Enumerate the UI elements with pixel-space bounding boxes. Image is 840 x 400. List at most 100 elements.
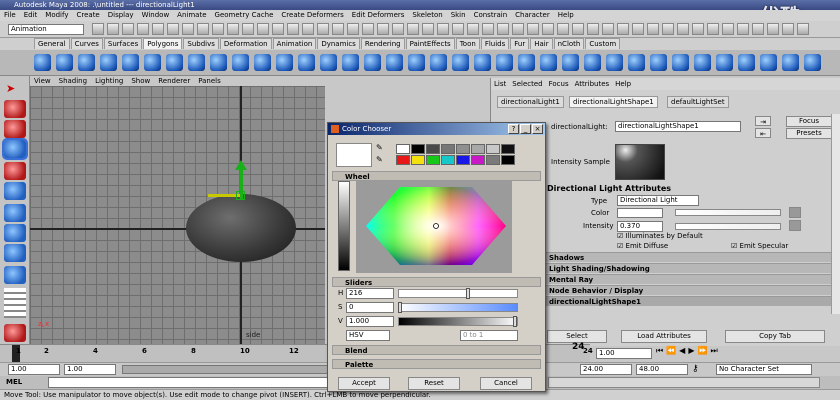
menu-create[interactable]: Create — [76, 11, 99, 19]
lasso-tool-icon[interactable] — [4, 100, 26, 118]
shelf-tab-general[interactable]: General — [34, 38, 70, 49]
minimize-icon[interactable]: _ — [520, 124, 531, 134]
shelf-tool-icon[interactable] — [34, 54, 51, 71]
s-field[interactable]: 0 — [346, 302, 394, 313]
s-slider[interactable] — [398, 303, 518, 312]
status-tool-icon[interactable] — [257, 23, 269, 35]
shelf-tool-icon[interactable] — [518, 54, 535, 71]
ae-menu-list[interactable]: List — [494, 80, 506, 88]
color-swatch[interactable] — [471, 155, 485, 165]
shelf-tab-ncloth[interactable]: nCloth — [553, 38, 585, 49]
color-swatch[interactable] — [471, 144, 485, 154]
status-tool-icon[interactable] — [137, 23, 149, 35]
status-tool-icon[interactable] — [767, 23, 779, 35]
shelf-tab-rendering[interactable]: Rendering — [360, 38, 405, 49]
blend-section-header[interactable]: Blend — [332, 345, 541, 355]
status-tool-icon[interactable] — [527, 23, 539, 35]
color-swatch[interactable] — [426, 155, 440, 165]
status-tool-icon[interactable] — [287, 23, 299, 35]
ae-menu-attributes[interactable]: Attributes — [575, 80, 610, 88]
shelf-tool-icon[interactable] — [122, 54, 139, 71]
status-tool-icon[interactable] — [422, 23, 434, 35]
status-tool-icon[interactable] — [737, 23, 749, 35]
status-tool-icon[interactable] — [752, 23, 764, 35]
emit-specular-checkbox[interactable]: ☑ Emit Specular — [731, 242, 788, 250]
shelf-tool-icon[interactable] — [540, 54, 557, 71]
status-tool-icon[interactable] — [272, 23, 284, 35]
status-tool-icon[interactable] — [647, 23, 659, 35]
shelf-tab-fur[interactable]: Fur — [510, 38, 530, 49]
shelf-tool-icon[interactable] — [56, 54, 73, 71]
viewport-panel[interactable]: View Shading Lighting Show Renderer Panels si… — [30, 76, 325, 344]
step-back-icon[interactable]: ⏪ — [666, 346, 679, 355]
color-swatch[interactable] — [441, 144, 455, 154]
status-tool-icon[interactable] — [677, 23, 689, 35]
status-tool-icon[interactable] — [482, 23, 494, 35]
range-start2-field[interactable]: 1.00 — [64, 364, 116, 375]
accept-button[interactable]: Accept — [338, 377, 390, 390]
color-swatch[interactable] — [456, 155, 470, 165]
color-swatch[interactable] — [396, 144, 410, 154]
status-tool-icon[interactable] — [437, 23, 449, 35]
emit-diffuse-checkbox[interactable]: ☑ Emit Diffuse — [617, 242, 668, 250]
menu-file[interactable]: File — [4, 11, 16, 19]
presets-button[interactable]: Presets — [786, 128, 832, 139]
shelf-tab-painteffects[interactable]: PaintEffects — [405, 38, 455, 49]
eyedropper-icon[interactable]: ✎ — [376, 143, 390, 153]
ae-menu-selected[interactable]: Selected — [512, 80, 542, 88]
key-icon[interactable]: ⚷ — [692, 364, 699, 374]
paint-select-icon[interactable] — [4, 120, 26, 138]
shelf-tool-icon[interactable] — [804, 54, 821, 71]
shelf-tool-icon[interactable] — [760, 54, 777, 71]
shelf-tool-icon[interactable] — [298, 54, 315, 71]
color-hexagon[interactable] — [364, 183, 508, 269]
shelf-tool-icon[interactable] — [584, 54, 601, 71]
status-tool-icon[interactable] — [452, 23, 464, 35]
status-tool-icon[interactable] — [107, 23, 119, 35]
menu-animate[interactable]: Animate — [177, 11, 206, 19]
help-icon[interactable]: ? — [508, 124, 519, 134]
color-map-button[interactable] — [789, 207, 801, 218]
palette-section-header[interactable]: Palette — [332, 359, 541, 369]
status-tool-icon[interactable] — [332, 23, 344, 35]
status-tool-icon[interactable] — [182, 23, 194, 35]
shelf-tool-icon[interactable] — [716, 54, 733, 71]
viewport-menu-lighting[interactable]: Lighting — [95, 77, 123, 85]
menu-help[interactable]: Help — [558, 11, 574, 19]
color-swatch[interactable] — [617, 208, 663, 218]
viewport-menu-panels[interactable]: Panels — [198, 77, 221, 85]
shelf-tool-icon[interactable] — [738, 54, 755, 71]
select-tool-icon[interactable]: ➤ — [6, 82, 22, 96]
status-tool-icon[interactable] — [722, 23, 734, 35]
anim-end-field[interactable]: 48.00 — [636, 364, 688, 375]
shelf-tool-icon[interactable] — [342, 54, 359, 71]
shelf-tool-icon[interactable] — [474, 54, 491, 71]
move-tool-icon[interactable] — [2, 138, 28, 160]
shelf-tool-icon[interactable] — [320, 54, 337, 71]
load-attributes-button[interactable]: Load Attributes — [621, 330, 707, 343]
manip-center[interactable] — [236, 191, 245, 200]
shelf-tool-icon[interactable] — [364, 54, 381, 71]
status-tool-icon[interactable] — [392, 23, 404, 35]
menu-character[interactable]: Character — [515, 11, 550, 19]
shelf-tool-icon[interactable] — [606, 54, 623, 71]
status-tool-icon[interactable] — [467, 23, 479, 35]
focus-icon-button[interactable]: ⇥ — [755, 116, 771, 126]
v-field[interactable]: 1.000 — [346, 316, 394, 327]
status-tool-icon[interactable] — [662, 23, 674, 35]
menu-edit[interactable]: Edit — [24, 11, 38, 19]
status-tool-icon[interactable] — [557, 23, 569, 35]
v-slider[interactable] — [398, 317, 518, 326]
range-end-field[interactable]: 24.00 — [580, 364, 632, 375]
step-forward-icon[interactable]: ⏩ — [697, 346, 710, 355]
status-tool-icon[interactable] — [407, 23, 419, 35]
menu-constrain[interactable]: Constrain — [474, 11, 508, 19]
layout-single-icon[interactable] — [4, 224, 26, 242]
mel-label[interactable]: MEL — [6, 378, 22, 386]
shelf-tool-icon[interactable] — [276, 54, 293, 71]
shelf-tool-icon[interactable] — [78, 54, 95, 71]
h-slider[interactable] — [398, 289, 518, 298]
shelf-tool-icon[interactable] — [386, 54, 403, 71]
viewport-menu-shading[interactable]: Shading — [59, 77, 87, 85]
status-tool-icon[interactable] — [512, 23, 524, 35]
